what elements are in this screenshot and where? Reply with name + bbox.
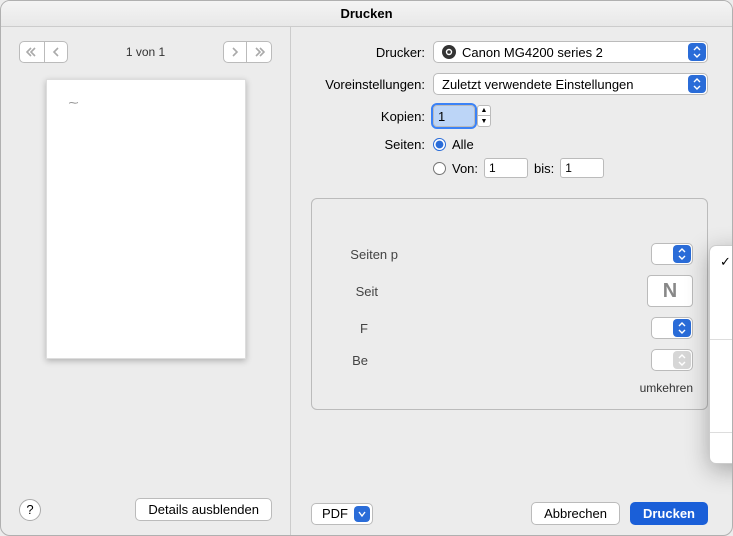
pager-prev-group	[19, 41, 68, 63]
pages-all-label: Alle	[452, 137, 474, 152]
content: 1 von 1 ⁓ ? Details ausblenden Drucker:	[1, 27, 732, 535]
pages-options: Alle Von: bis:	[433, 137, 604, 178]
pages-label: Seiten:	[311, 137, 433, 152]
presets-label: Voreinstellungen:	[311, 77, 433, 92]
prev-page-button[interactable]	[45, 41, 68, 63]
preview-content-mark: ⁓	[69, 98, 79, 109]
reverse-label: umkehren	[640, 381, 693, 395]
border-select[interactable]	[651, 317, 693, 339]
cancel-button[interactable]: Abbrechen	[531, 502, 620, 525]
pages-from-input[interactable]	[484, 158, 528, 178]
window-title: Drucken	[1, 1, 732, 27]
details-hide-button[interactable]: Details ausblenden	[135, 498, 272, 521]
settings-panel: Drucker: Canon MG4200 series 2 Voreinste…	[291, 27, 732, 535]
direction-option[interactable]: N	[647, 275, 693, 307]
preview-sheet: ⁓	[46, 79, 246, 359]
last-page-button[interactable]	[247, 41, 272, 63]
pages-all-radio[interactable]	[433, 138, 446, 151]
right-bottom-row: PDF Abbrechen Drucken	[311, 492, 708, 525]
help-button[interactable]: ?	[19, 499, 41, 521]
preview-area: ⁓	[19, 79, 272, 488]
menu-item[interactable]: Füllstände	[710, 437, 733, 458]
direction-label: Seit	[326, 284, 386, 299]
printer-label: Drucker:	[311, 45, 433, 60]
preview-panel: 1 von 1 ⁓ ? Details ausblenden	[1, 27, 291, 535]
copies-down-button[interactable]: ▼	[477, 116, 491, 127]
pager-next-group	[223, 41, 272, 63]
pages-range-radio[interactable]	[433, 162, 446, 175]
pager: 1 von 1	[19, 41, 272, 63]
menu-item[interactable]: Farbanpassung	[710, 272, 733, 293]
printer-select[interactable]: Canon MG4200 series 2	[433, 41, 708, 63]
border-label: F	[326, 321, 376, 336]
pages-per-sheet-label: Seiten p	[326, 247, 406, 262]
pages-per-sheet-select[interactable]	[651, 243, 693, 265]
menu-separator	[710, 339, 733, 340]
left-bottom-row: ? Details ausblenden	[19, 488, 272, 521]
pages-from-label: Von:	[452, 161, 478, 176]
updown-icon	[673, 319, 691, 337]
print-button[interactable]: Drucken	[630, 502, 708, 525]
copies-up-button[interactable]: ▲	[477, 105, 491, 116]
section-dropdown-menu: LayoutFarbanpassungPapierhandhabungDeckb…	[709, 245, 733, 464]
first-page-button[interactable]	[19, 41, 45, 63]
bo-label: Be	[326, 353, 376, 368]
pdf-label: PDF	[322, 506, 348, 521]
pdf-menu-button[interactable]: PDF	[311, 503, 373, 525]
pages-to-input[interactable]	[560, 158, 604, 178]
updown-icon	[673, 245, 691, 263]
updown-icon	[688, 43, 706, 61]
presets-value: Zuletzt verwendete Einstellungen	[442, 77, 634, 92]
print-dialog: Drucken 1 von 1 ⁓ ? Deta	[0, 0, 733, 536]
updown-icon	[673, 351, 691, 369]
next-page-button[interactable]	[223, 41, 247, 63]
copies-stepper: ▲ ▼	[433, 105, 491, 127]
menu-item[interactable]: Papierhandhabung	[710, 293, 733, 314]
menu-separator	[710, 432, 733, 433]
pager-label: 1 von 1	[126, 45, 165, 59]
presets-select[interactable]: Zuletzt verwendete Einstellungen	[433, 73, 708, 95]
menu-item[interactable]: Quality & Media	[710, 344, 733, 365]
updown-icon	[688, 75, 706, 93]
menu-item[interactable]: Duplex Printing & Margin	[710, 407, 733, 428]
copies-input[interactable]	[433, 105, 475, 127]
disabled-select	[651, 349, 693, 371]
menu-item[interactable]: Layout	[710, 251, 733, 272]
layout-subpanel: Seiten p Seit N F	[311, 198, 708, 410]
menu-item[interactable]: Color Options	[710, 365, 733, 386]
printer-status-icon	[442, 45, 456, 59]
chevron-down-icon	[354, 506, 370, 522]
copies-label: Kopien:	[311, 109, 433, 124]
menu-item[interactable]: Borderless Printing	[710, 386, 733, 407]
menu-item[interactable]: Deckblatt	[710, 314, 733, 335]
pages-to-label: bis:	[534, 161, 554, 176]
printer-name: Canon MG4200 series 2	[462, 45, 603, 60]
